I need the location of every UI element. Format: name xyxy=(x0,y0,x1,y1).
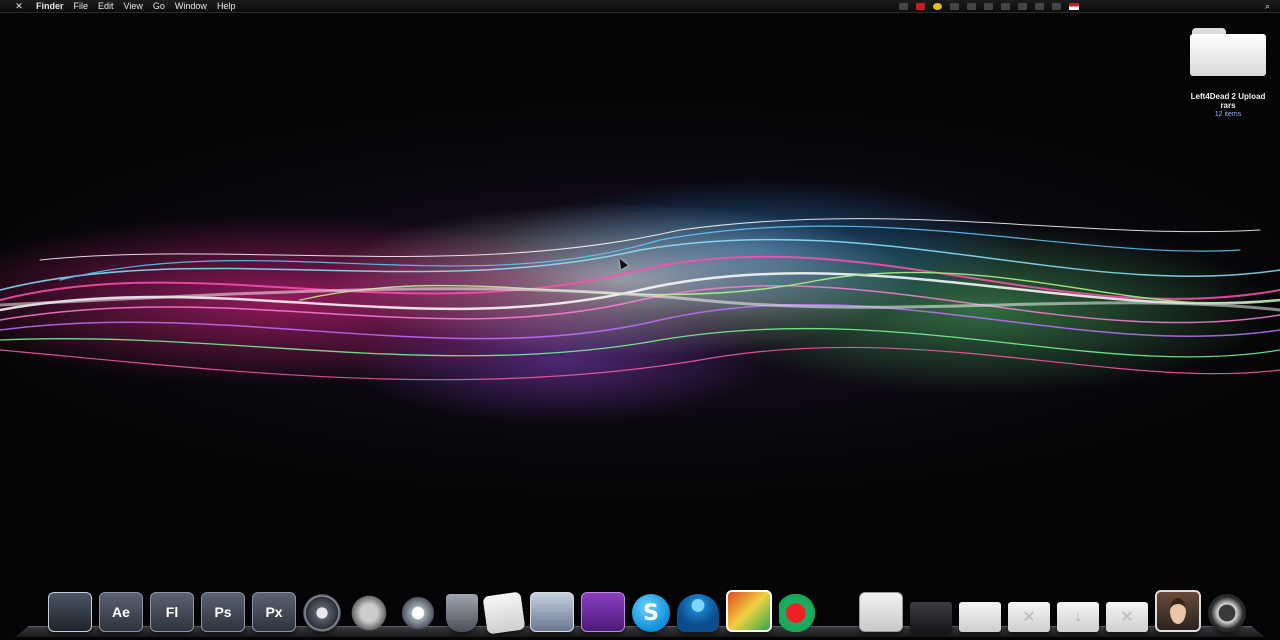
photo-booth-icon[interactable] xyxy=(726,590,772,632)
sync-icon[interactable] xyxy=(949,2,959,10)
dock-items: Ae Fl Ps Px S ✕ ↓ ✕ xyxy=(48,590,1246,635)
bluetooth-icon[interactable] xyxy=(1034,2,1044,10)
documents-folder-icon[interactable] xyxy=(959,602,1001,632)
menu-help[interactable]: Help xyxy=(217,1,236,11)
wifi-icon[interactable] xyxy=(1000,2,1010,10)
shield-app-icon[interactable] xyxy=(446,594,478,632)
battery-icon[interactable] xyxy=(1051,2,1061,10)
time-machine-icon[interactable] xyxy=(966,2,976,10)
imovie-icon[interactable] xyxy=(530,592,574,632)
input-source-flag-icon[interactable] xyxy=(1068,2,1079,10)
system-preferences-icon[interactable] xyxy=(303,594,341,632)
utilities-folder-icon[interactable]: ✕ xyxy=(1008,602,1050,632)
folder-name: Left4Dead 2 Upload rars xyxy=(1190,92,1266,110)
tools-folder-icon[interactable]: ✕ xyxy=(1106,602,1148,632)
desktop: ✕ Finder File Edit View Go Window Help ⌕ xyxy=(0,0,1280,640)
user-avatar-icon[interactable] xyxy=(1155,590,1201,632)
text-edit-icon[interactable] xyxy=(482,591,526,635)
after-effects-icon[interactable]: Ae xyxy=(99,592,143,632)
app-status-icon[interactable] xyxy=(915,2,925,10)
display-icon[interactable] xyxy=(983,2,993,10)
photoshop-icon[interactable]: Ps xyxy=(201,592,245,632)
trash-icon[interactable] xyxy=(1208,594,1246,632)
desktop-folder[interactable]: Left4Dead 2 Upload rars 12 items xyxy=(1184,28,1272,119)
folder-item-count: 12 items xyxy=(1214,111,1242,118)
preview-edit-icon[interactable] xyxy=(859,592,903,632)
menu-file[interactable]: File xyxy=(74,1,89,11)
applications-folder-icon[interactable] xyxy=(910,602,952,632)
activity-monitor-icon[interactable] xyxy=(48,592,92,632)
menu-go[interactable]: Go xyxy=(153,1,165,11)
spotlight-search-icon[interactable]: ⌕ xyxy=(1265,1,1270,12)
pixelmator-icon[interactable]: Px xyxy=(252,592,296,632)
menu-finder[interactable]: Finder xyxy=(36,1,64,11)
flash-icon[interactable]: Fl xyxy=(150,592,194,632)
wallpaper-light-streaks xyxy=(0,218,1280,381)
menu-bar: ✕ Finder File Edit View Go Window Help ⌕ xyxy=(0,0,1280,13)
menu-view[interactable]: View xyxy=(124,1,143,11)
folder-icon xyxy=(1188,28,1268,76)
status-menus: ⌕ xyxy=(898,0,1270,12)
transmit-icon[interactable] xyxy=(779,594,821,632)
apple-menu-icon[interactable]: ✕ xyxy=(12,1,26,12)
menu-window[interactable]: Window xyxy=(175,1,207,11)
messenger-icon[interactable] xyxy=(677,594,719,632)
growl-icon[interactable] xyxy=(348,594,390,632)
skype-icon[interactable]: S xyxy=(632,594,670,632)
night-mode-icon[interactable] xyxy=(932,2,942,10)
menu-edit[interactable]: Edit xyxy=(98,1,114,11)
downloads-folder-icon[interactable]: ↓ xyxy=(1057,602,1099,632)
spaces-icon[interactable] xyxy=(898,2,908,10)
automator-gear-icon[interactable] xyxy=(581,592,625,632)
dock: Ae Fl Ps Px S ✕ ↓ ✕ xyxy=(15,588,1265,640)
media-player-icon[interactable] xyxy=(397,594,439,632)
volume-icon[interactable] xyxy=(1017,2,1027,10)
